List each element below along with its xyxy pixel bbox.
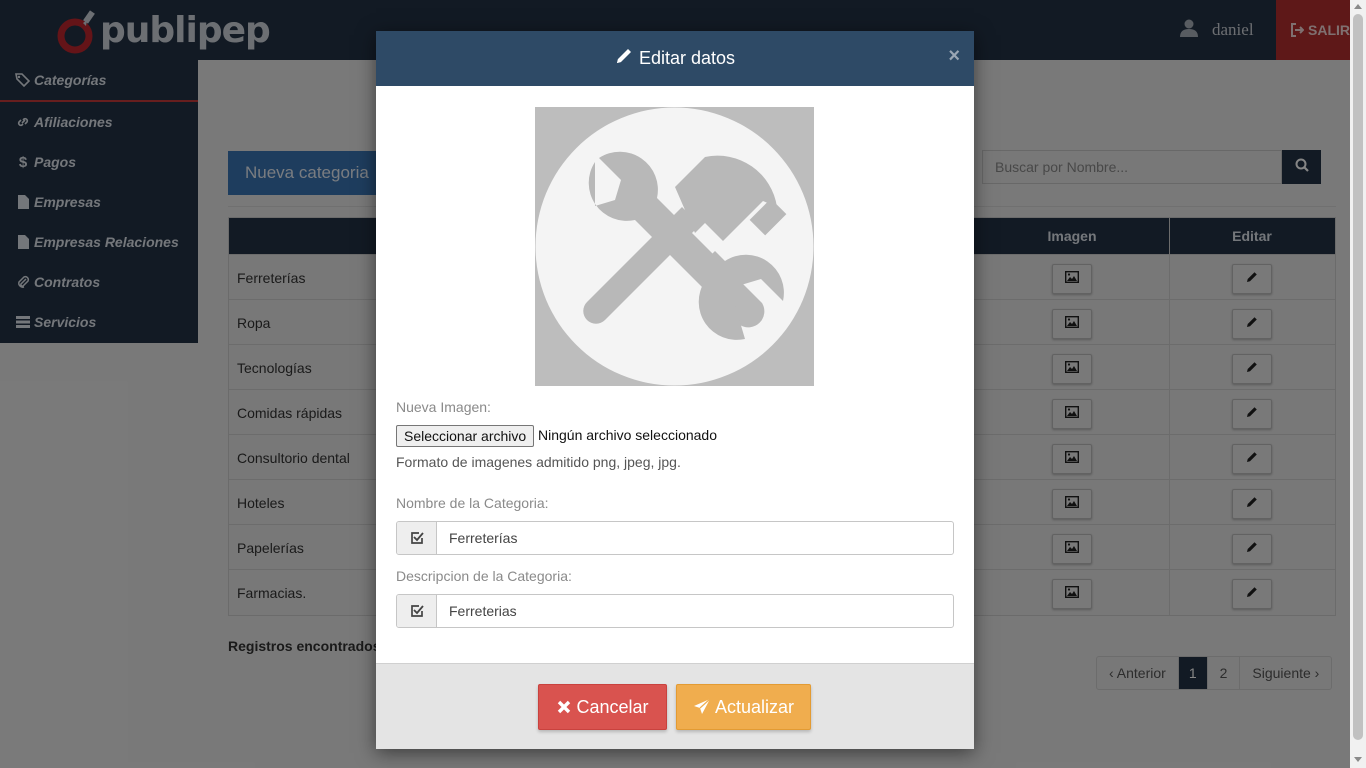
cancel-button[interactable]: Cancelar xyxy=(538,684,667,730)
scroll-down-arrow-icon[interactable] xyxy=(1354,757,1362,762)
file-status-text: Ningún archivo seleccionado xyxy=(538,427,717,443)
name-label: Nombre de la Categoria: xyxy=(396,495,549,511)
tools-icon xyxy=(535,107,814,386)
cancel-label: Cancelar xyxy=(576,696,649,717)
category-name-field[interactable]: Ferreterías xyxy=(437,522,953,554)
modal-title: Editar datos xyxy=(638,48,736,68)
check-square-icon xyxy=(397,595,437,627)
description-input-group: Ferreterias xyxy=(396,594,954,628)
name-input-group: Ferreterías xyxy=(396,521,954,555)
check-square-icon xyxy=(397,522,437,554)
scroll-thumb[interactable] xyxy=(1353,14,1363,740)
category-image-preview xyxy=(535,107,814,386)
send-icon xyxy=(693,698,711,716)
scroll-up-arrow-icon[interactable] xyxy=(1354,4,1362,9)
x-icon xyxy=(556,699,572,715)
modal-header: Editar datos × xyxy=(376,31,974,86)
close-icon[interactable]: × xyxy=(948,45,960,68)
pencil-icon xyxy=(615,47,633,70)
file-select-button[interactable]: Seleccionar archivo xyxy=(396,425,535,447)
category-description-field[interactable]: Ferreterias xyxy=(437,595,953,627)
format-hint: Formato de imagenes admitido png, jpeg, … xyxy=(396,454,681,470)
update-label: Actualizar xyxy=(714,696,795,717)
update-button[interactable]: Actualizar xyxy=(676,684,811,730)
modal-footer: Cancelar Actualizar xyxy=(376,663,974,749)
description-label: Descripcion de la Categoria: xyxy=(396,568,572,584)
new-image-label: Nueva Imagen: xyxy=(396,399,491,415)
page-scrollbar[interactable] xyxy=(1350,0,1366,768)
edit-category-modal: Editar datos × Nueva Imagen: Seleccionar… xyxy=(376,31,974,749)
